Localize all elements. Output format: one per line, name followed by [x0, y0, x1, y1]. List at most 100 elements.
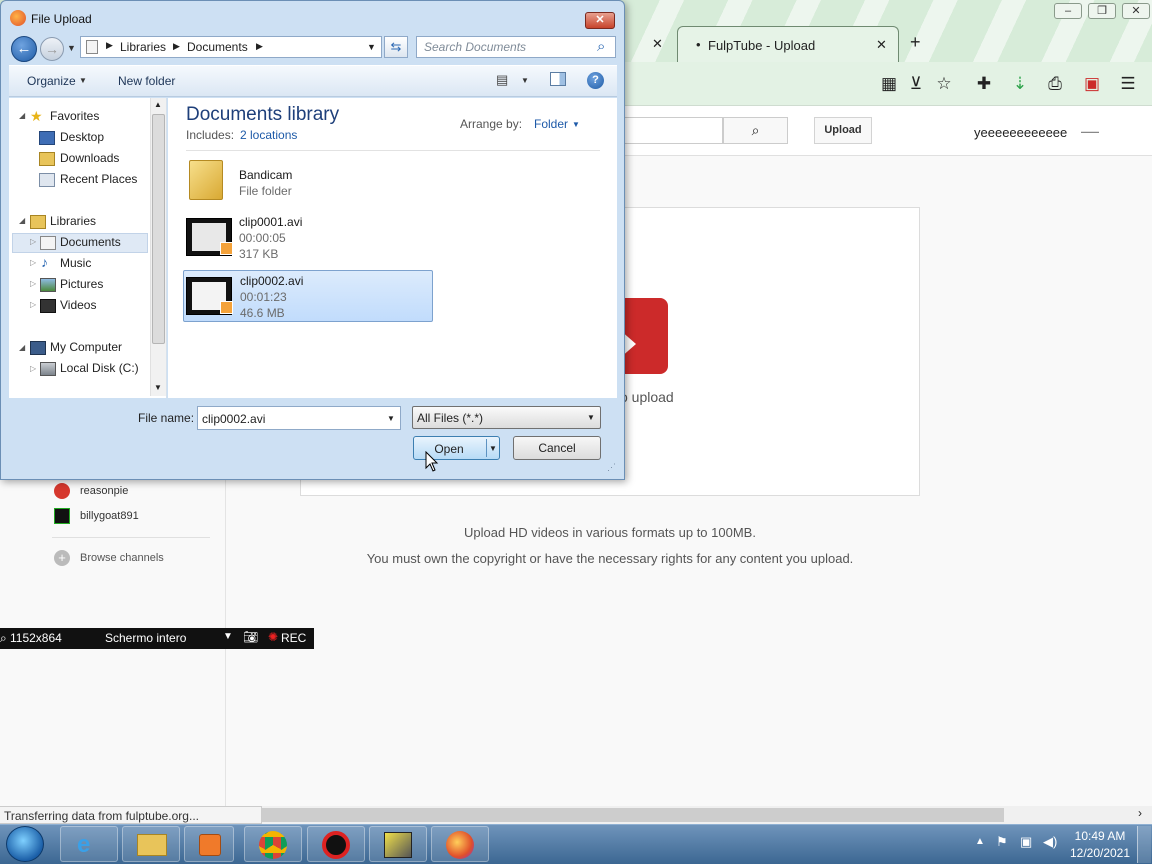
file-item-clip0001[interactable]: clip0001.avi 00:00:05 317 KB [184, 212, 434, 262]
grid-icon[interactable]: ▦ [879, 74, 899, 94]
includes-locations-link[interactable]: 2 locations [240, 128, 297, 142]
search-icon[interactable]: ⌕ [723, 117, 788, 144]
nav-music[interactable]: Music [60, 253, 91, 273]
new-tab-button[interactable]: + [910, 32, 921, 53]
organize-button[interactable]: Organize [27, 74, 76, 88]
search-icon[interactable]: ⌕ [597, 38, 605, 55]
filetype-select[interactable]: All Files (*.*) ▼ [412, 406, 601, 429]
nav-scroll-thumb[interactable] [152, 114, 165, 344]
nav-local-disk[interactable]: Local Disk (C:) [60, 358, 139, 378]
close-window-button[interactable]: ✕ [1122, 3, 1150, 19]
filename-input[interactable]: clip0002.avi ▼ [197, 406, 401, 430]
tab-background[interactable]: ✕ [624, 26, 674, 62]
site-search-input[interactable] [623, 117, 723, 144]
resize-grip-icon[interactable]: ⋰ [607, 462, 616, 473]
back-button[interactable]: ← [11, 36, 37, 62]
expand-arrow-icon[interactable]: ▷ [30, 364, 36, 373]
internet-explorer-icon[interactable]: e [60, 826, 118, 862]
nav-my-computer[interactable]: My Computer [50, 337, 122, 357]
nav-desktop[interactable]: Desktop [60, 127, 104, 147]
arrange-dropdown-icon[interactable]: ▼ [572, 120, 580, 129]
clock-date[interactable]: 12/20/2021 [1067, 846, 1133, 860]
firefox-icon[interactable] [431, 826, 489, 862]
volume-icon[interactable]: ◀) [1043, 834, 1057, 850]
recorder-mode[interactable]: Schermo intero [105, 631, 186, 645]
scroll-right-icon[interactable]: › [1138, 806, 1142, 820]
filetype-dropdown-icon[interactable]: ▼ [587, 413, 595, 422]
bandicam-icon[interactable] [307, 826, 365, 862]
address-dropdown-icon[interactable]: ▼ [367, 42, 376, 52]
recent-pages-icon[interactable]: ▼ [67, 43, 76, 53]
cancel-button[interactable]: Cancel [513, 436, 601, 460]
organize-dropdown-icon[interactable]: ▼ [79, 76, 87, 85]
collapse-arrow-icon[interactable]: ◢ [19, 216, 25, 225]
expand-arrow-icon[interactable]: ▷ [30, 237, 36, 246]
dialog-close-button[interactable]: ✕ [585, 12, 615, 29]
expand-arrow-icon[interactable]: ▷ [30, 258, 36, 267]
breadcrumb[interactable]: ▶ Libraries ▶ Documents ▶ ▼ [80, 36, 382, 58]
bookmark-star-icon[interactable]: ☆ [934, 74, 954, 94]
start-orb-icon[interactable] [6, 826, 44, 862]
chrome-icon[interactable] [244, 826, 302, 862]
pocket-icon[interactable]: ⊻ [906, 74, 926, 94]
minimize-button[interactable]: – [1054, 3, 1082, 19]
tab-fulptube-upload[interactable]: • FulpTube - Upload ✕ [677, 26, 899, 62]
arrange-by-value[interactable]: Folder [534, 117, 568, 131]
tab-close-icon[interactable]: ✕ [652, 36, 663, 52]
clock-time[interactable]: 10:49 AM [1067, 829, 1133, 843]
forward-button[interactable]: → [40, 37, 64, 61]
refresh-icon[interactable]: ⇆ [384, 36, 408, 58]
restore-button[interactable]: ❐ [1088, 3, 1116, 19]
open-dropdown-icon[interactable]: ▼ [489, 444, 497, 453]
view-options-icon[interactable]: ▤ [496, 72, 508, 88]
nav-videos[interactable]: Videos [60, 295, 96, 315]
search-field[interactable]: Search Documents ⌕ [416, 36, 616, 58]
preview-pane-icon[interactable] [550, 72, 566, 86]
camera-icon[interactable]: 📷︎ [243, 630, 258, 644]
chevron-right-icon[interactable]: ▶ [173, 41, 180, 52]
collapse-arrow-icon[interactable]: ◢ [19, 343, 25, 352]
expand-arrow-icon[interactable]: ▷ [30, 300, 36, 309]
help-icon[interactable]: ? [587, 72, 604, 89]
rec-label[interactable]: REC [281, 631, 306, 645]
filename-dropdown-icon[interactable]: ▼ [387, 414, 395, 423]
nav-libraries[interactable]: Libraries [50, 211, 96, 231]
view-dropdown-icon[interactable]: ▼ [521, 76, 529, 85]
tab-close-icon[interactable]: ✕ [876, 37, 887, 53]
chevron-right-icon[interactable]: ▶ [256, 41, 263, 52]
scroll-up-icon[interactable]: ▲ [154, 100, 162, 109]
extension-red-icon[interactable]: ▣ [1082, 74, 1102, 94]
nav-scrollbar[interactable]: ▲ ▼ [150, 98, 166, 396]
media-player-icon[interactable] [184, 826, 234, 862]
nav-recent-places[interactable]: Recent Places [60, 169, 137, 189]
nav-downloads[interactable]: Downloads [60, 148, 119, 168]
sidebar-channel-reasonpie[interactable]: reasonpie [80, 485, 128, 497]
file-explorer-icon[interactable] [122, 826, 180, 862]
new-folder-button[interactable]: New folder [118, 74, 175, 88]
breadcrumb-documents[interactable]: Documents [187, 40, 248, 54]
record-dot-icon[interactable]: ✺ [268, 630, 278, 644]
collapse-arrow-icon[interactable]: ◢ [19, 111, 25, 120]
breadcrumb-libraries[interactable]: Libraries [120, 40, 166, 54]
show-desktop-button[interactable] [1137, 826, 1151, 863]
expand-arrow-icon[interactable]: ▷ [30, 279, 36, 288]
print-icon[interactable]: ⎙ [1045, 74, 1065, 94]
download-icon[interactable]: ⇣ [1010, 74, 1030, 94]
file-item-clip0002[interactable]: clip0002.avi 00:01:23 46.6 MB [183, 270, 433, 322]
tray-expand-icon[interactable]: ▲ [975, 836, 985, 847]
nav-pictures[interactable]: Pictures [60, 274, 103, 294]
network-icon[interactable]: ▣ [1020, 834, 1032, 850]
file-item-bandicam[interactable]: Bandicam File folder [184, 156, 434, 206]
scrollbar-thumb[interactable] [262, 808, 1004, 822]
browse-channels-link[interactable]: Browse channels [80, 552, 164, 564]
username[interactable]: yeeeeeeeeeeee [974, 125, 1067, 140]
scroll-down-icon[interactable]: ▼ [154, 383, 162, 392]
action-center-flag-icon[interactable]: ⚑ [996, 834, 1008, 850]
site-upload-button[interactable]: Upload [814, 117, 872, 144]
dropdown-arrow-icon[interactable]: ▼ [223, 631, 233, 642]
avatar[interactable]: — [1074, 116, 1106, 148]
nav-favorites[interactable]: Favorites [50, 106, 99, 126]
sidebar-channel-billygoat891[interactable]: billygoat891 [80, 510, 139, 522]
menu-icon[interactable]: ☰ [1118, 74, 1138, 94]
nav-documents[interactable]: Documents [60, 232, 121, 252]
